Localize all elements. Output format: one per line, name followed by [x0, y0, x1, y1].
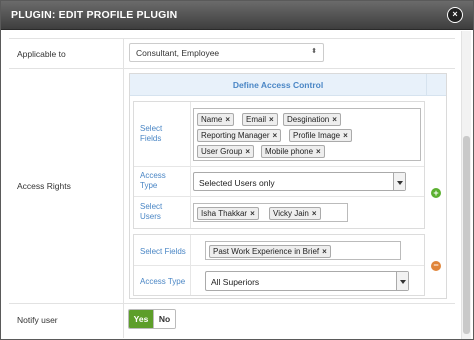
field-tag: Reporting Manager ×: [197, 129, 282, 142]
close-icon[interactable]: ×: [447, 7, 463, 23]
remove-tag-icon[interactable]: ×: [332, 115, 337, 124]
divider: [9, 303, 455, 304]
notify-user-label: Notify user: [17, 315, 58, 325]
field-tag: Profile Image ×: [289, 129, 352, 142]
access-type-dropdown[interactable]: All Superiors: [205, 271, 409, 291]
access-control-title: Define Access Control: [130, 74, 426, 96]
user-tag: Vicky Jain ×: [269, 207, 321, 220]
access-control-header-side: [426, 74, 446, 96]
applicable-to-label: Applicable to: [17, 49, 66, 59]
select-fields-input[interactable]: Name × Email × Desgination × Reporting Mana…: [193, 108, 421, 161]
select-fields-label: Select Fields: [140, 247, 186, 256]
access-control-panel: Define Access Control Select Fields Name…: [129, 73, 447, 299]
access-type-label: Access Type: [140, 277, 186, 286]
dialog-titlebar: PLUGIN: EDIT PROFILE PLUGIN ×: [1, 1, 473, 30]
edit-profile-plugin-dialog: PLUGIN: EDIT PROFILE PLUGIN × Applicable…: [0, 0, 474, 340]
remove-rule-icon[interactable]: −: [431, 261, 441, 271]
applicable-to-value: Consultant, Employee: [136, 48, 220, 58]
field-tag: Email ×: [242, 113, 278, 126]
divider: [9, 38, 455, 39]
remove-tag-icon[interactable]: ×: [322, 247, 327, 256]
group-divider: [190, 102, 191, 228]
remove-tag-icon[interactable]: ×: [245, 147, 250, 156]
group-row-divider: [134, 265, 424, 266]
access-type-label: Access Type: [140, 171, 166, 190]
add-rule-icon[interactable]: +: [431, 188, 441, 198]
vertical-scrollbar[interactable]: [461, 31, 471, 339]
select-users-input[interactable]: Isha Thakkar × Vicky Jain ×: [193, 203, 348, 222]
dropdown-arrow-icon[interactable]: [393, 173, 405, 190]
notify-no-button[interactable]: No: [153, 310, 175, 328]
column-divider: [123, 38, 124, 338]
select-fields-label: Select Fields: [140, 124, 163, 143]
access-type-value: All Superiors: [211, 277, 260, 287]
remove-tag-icon[interactable]: ×: [312, 209, 317, 218]
field-tag: Past Work Experience in Brief ×: [209, 245, 331, 258]
group-row-divider: [134, 166, 424, 167]
select-users-label: Select Users: [140, 202, 163, 221]
group-row-divider: [134, 196, 424, 197]
user-tag: Isha Thakkar ×: [197, 207, 259, 220]
dialog-content: Applicable to Consultant, Employee ⬍ Acc…: [1, 31, 473, 339]
dialog-title: PLUGIN: EDIT PROFILE PLUGIN: [11, 9, 178, 21]
access-type-dropdown[interactable]: Selected Users only: [193, 172, 406, 191]
access-rule-group-2: Select Fields Past Work Experience in Br…: [133, 234, 425, 296]
select-arrows-icon: ⬍: [311, 48, 317, 55]
field-tag: User Group ×: [197, 145, 255, 158]
remove-tag-icon[interactable]: ×: [343, 131, 348, 140]
remove-tag-icon[interactable]: ×: [225, 115, 230, 124]
remove-tag-icon[interactable]: ×: [272, 131, 277, 140]
divider: [9, 68, 455, 69]
applicable-to-select[interactable]: Consultant, Employee ⬍: [129, 43, 324, 62]
remove-tag-icon[interactable]: ×: [269, 115, 274, 124]
scrollbar-thumb[interactable]: [463, 136, 470, 334]
dropdown-arrow-icon[interactable]: [396, 272, 408, 290]
access-rights-label: Access Rights: [17, 181, 71, 191]
field-tag: Mobile phone ×: [261, 145, 325, 158]
select-fields-input[interactable]: Past Work Experience in Brief ×: [205, 241, 401, 260]
remove-tag-icon[interactable]: ×: [316, 147, 321, 156]
field-tag: Desgination ×: [283, 113, 341, 126]
notify-user-toggle[interactable]: Yes No: [128, 309, 176, 329]
field-tag: Name ×: [197, 113, 235, 126]
notify-yes-button[interactable]: Yes: [129, 310, 153, 328]
remove-tag-icon[interactable]: ×: [250, 209, 255, 218]
access-type-value: Selected Users only: [199, 178, 275, 188]
access-rule-group-1: Select Fields Name × Email × Desgination × …: [133, 101, 425, 229]
